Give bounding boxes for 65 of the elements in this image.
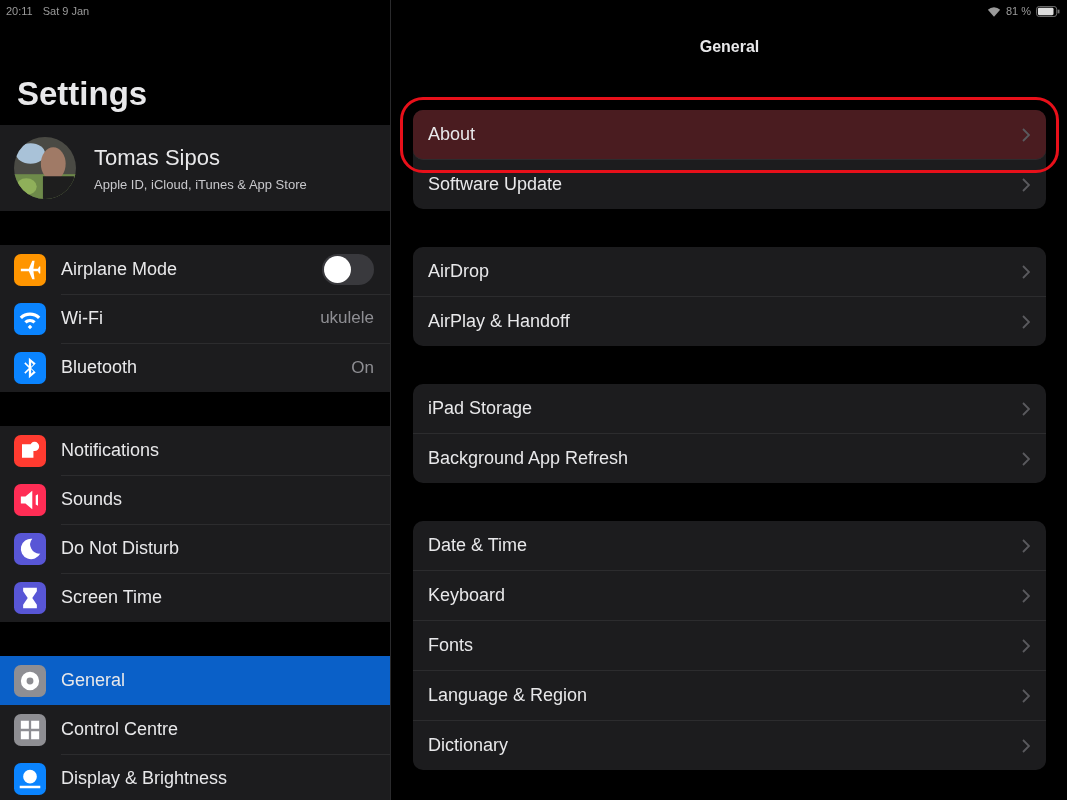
- setting-label: Date & Time: [428, 535, 528, 556]
- settings-row[interactable]: Dictionary: [413, 721, 1046, 770]
- setting-label: Notifications: [61, 439, 160, 461]
- settings-row[interactable]: AirPlay & Handoff: [413, 297, 1046, 346]
- setting-label: Do Not Disturb: [61, 537, 180, 559]
- setting-label: Background App Refresh: [428, 448, 629, 469]
- setting-label: Language & Region: [428, 685, 588, 706]
- settings-row[interactable]: Keyboard: [413, 571, 1046, 621]
- setting-label: Bluetooth: [61, 357, 138, 378]
- setting-label: iPad Storage: [428, 398, 533, 419]
- status-date: Sat 9 Jan: [42, 5, 90, 17]
- setting-label: Fonts: [428, 635, 474, 656]
- battery-percent: 81 %: [1005, 5, 1031, 17]
- profile-card[interactable]: Tomas Sipos Apple ID, iCloud, iTunes & App Store: [0, 125, 390, 211]
- sidebar-item[interactable]: Screen Time: [0, 573, 390, 622]
- sidebar-item[interactable]: Notifications: [0, 426, 390, 475]
- setting-label: AirPlay & Handoff: [428, 311, 570, 332]
- sidebar-item[interactable]: General: [0, 656, 390, 705]
- status-time: 20:11: [6, 5, 33, 17]
- sidebar-title: Settings: [16, 74, 149, 114]
- battery-icon: [1036, 5, 1060, 17]
- sidebar-item[interactable]: Wi-Fi ukulele: [0, 294, 390, 343]
- profile-subtitle: Apple ID, iCloud, iTunes & App Store: [94, 176, 307, 192]
- chevron-icon: [1022, 588, 1030, 603]
- setting-label: Wi-Fi: [61, 307, 103, 329]
- chevron-icon: [1022, 638, 1030, 653]
- profile-name: Tomas Sipos: [94, 144, 221, 171]
- chevron-icon: [1022, 127, 1030, 142]
- sidebar-item[interactable]: Airplane Mode: [0, 245, 390, 294]
- setting-label: Display & Brightness: [61, 768, 228, 789]
- sidebar-item[interactable]: Sounds: [0, 475, 390, 524]
- wifi-icon: [986, 5, 1001, 17]
- sidebar-item[interactable]: Control Centre: [0, 705, 390, 754]
- chevron-icon: [1022, 401, 1030, 416]
- setting-label: Screen Time: [61, 587, 163, 608]
- sidebar-item[interactable]: Do Not Disturb: [0, 524, 390, 573]
- settings-row[interactable]: Background App Refresh: [413, 434, 1046, 483]
- sidebar-item[interactable]: Bluetooth On: [0, 343, 390, 392]
- chevron-icon: [1022, 451, 1030, 466]
- setting-label: Software Update: [428, 174, 563, 195]
- settings-row[interactable]: iPad Storage: [413, 384, 1046, 434]
- setting-label: AirDrop: [428, 261, 489, 282]
- chevron-icon: [1022, 314, 1030, 329]
- chevron-icon: [1022, 738, 1030, 753]
- settings-row[interactable]: Fonts: [413, 621, 1046, 671]
- chevron-icon: [1022, 264, 1030, 279]
- sidebar-item[interactable]: Display & Brightness: [0, 754, 390, 800]
- settings-row[interactable]: AirDrop: [413, 247, 1046, 297]
- setting-value: ukulele: [320, 308, 374, 328]
- toggle-switch[interactable]: [322, 253, 374, 285]
- setting-label: General: [61, 670, 126, 691]
- page-title: General: [698, 37, 761, 57]
- settings-row[interactable]: Date & Time: [413, 521, 1046, 571]
- settings-row[interactable]: Language & Region: [413, 671, 1046, 721]
- chevron-icon: [1022, 688, 1030, 703]
- setting-label: Control Centre: [61, 718, 179, 740]
- setting-label: Keyboard: [428, 585, 506, 606]
- settings-row[interactable]: Software Update: [413, 160, 1046, 209]
- setting-value: On: [351, 357, 374, 378]
- setting-label: About: [428, 124, 476, 145]
- chevron-icon: [1022, 538, 1030, 553]
- chevron-icon: [1022, 177, 1030, 192]
- setting-label: Dictionary: [428, 735, 509, 756]
- setting-label: Sounds: [61, 488, 123, 510]
- setting-label: Airplane Mode: [61, 258, 178, 280]
